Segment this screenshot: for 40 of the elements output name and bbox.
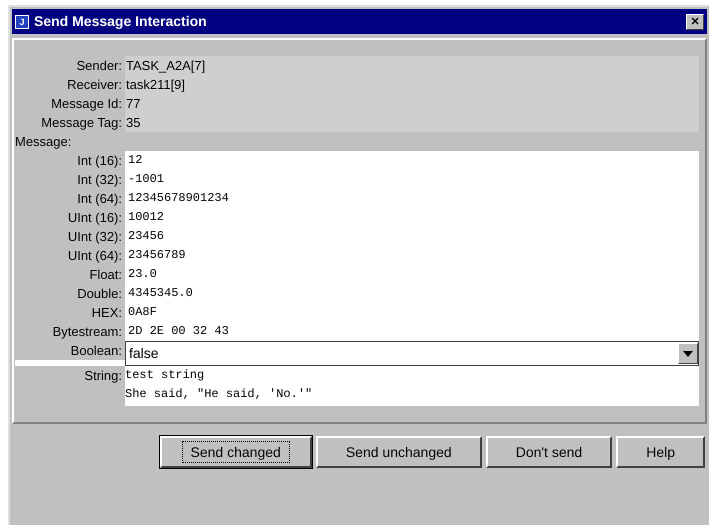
dialog-button[interactable]: Don't send — [486, 436, 612, 468]
field-label: Int (32): — [77, 172, 122, 187]
field-label: Int (16): — [77, 153, 122, 168]
field-label: Boolean: — [70, 343, 122, 358]
field-value[interactable]: 12 — [125, 151, 699, 170]
field-label: Bytestream: — [52, 324, 122, 339]
field-label: Int (64): — [77, 191, 122, 206]
string-text-area[interactable]: test string She said, "He said, 'No.'" — [125, 366, 699, 406]
header-label: Sender: — [76, 58, 122, 73]
field-value[interactable]: 23456789 — [125, 246, 699, 265]
header-value: 35 — [125, 114, 140, 132]
header-label: Message Id: — [51, 96, 122, 111]
close-button[interactable]: ✕ — [686, 14, 704, 30]
header-value: task211[9] — [125, 76, 186, 94]
field-value[interactable]: 4345345.0 — [125, 284, 699, 303]
field-label: UInt (64): — [68, 248, 122, 263]
field-label: Double: — [77, 286, 122, 301]
header-label: Message Tag: — [41, 115, 122, 130]
field-value[interactable]: 23.0 — [125, 265, 699, 284]
field-value[interactable]: 23456 — [125, 227, 699, 246]
field-value[interactable]: 12345678901234 — [125, 189, 699, 208]
field-label: String: — [84, 368, 122, 383]
header-label: Receiver: — [67, 77, 122, 92]
field-label: UInt (32): — [68, 229, 122, 244]
field-value[interactable]: 0A8F — [125, 303, 699, 322]
field-value[interactable]: 2D 2E 00 32 43 — [125, 322, 699, 341]
dialog-button[interactable]: Help — [616, 436, 705, 468]
header-value: 77 — [125, 95, 140, 113]
header-value: TASK_A2A[7] — [125, 57, 206, 75]
window-title: Send Message Interaction — [34, 12, 208, 31]
boolean-dropdown[interactable]: false — [125, 341, 699, 366]
field-label: Float: — [89, 267, 122, 282]
app-icon: J — [15, 14, 29, 28]
dialog-button[interactable]: Send unchanged — [316, 436, 482, 468]
field-label: HEX: — [92, 305, 122, 320]
field-value[interactable]: -1001 — [125, 170, 699, 189]
dialog-button[interactable]: Send changed — [160, 436, 312, 468]
field-value[interactable]: 10012 — [125, 208, 699, 227]
field-label: UInt (16): — [68, 210, 122, 225]
message-label: Message: — [15, 134, 72, 149]
